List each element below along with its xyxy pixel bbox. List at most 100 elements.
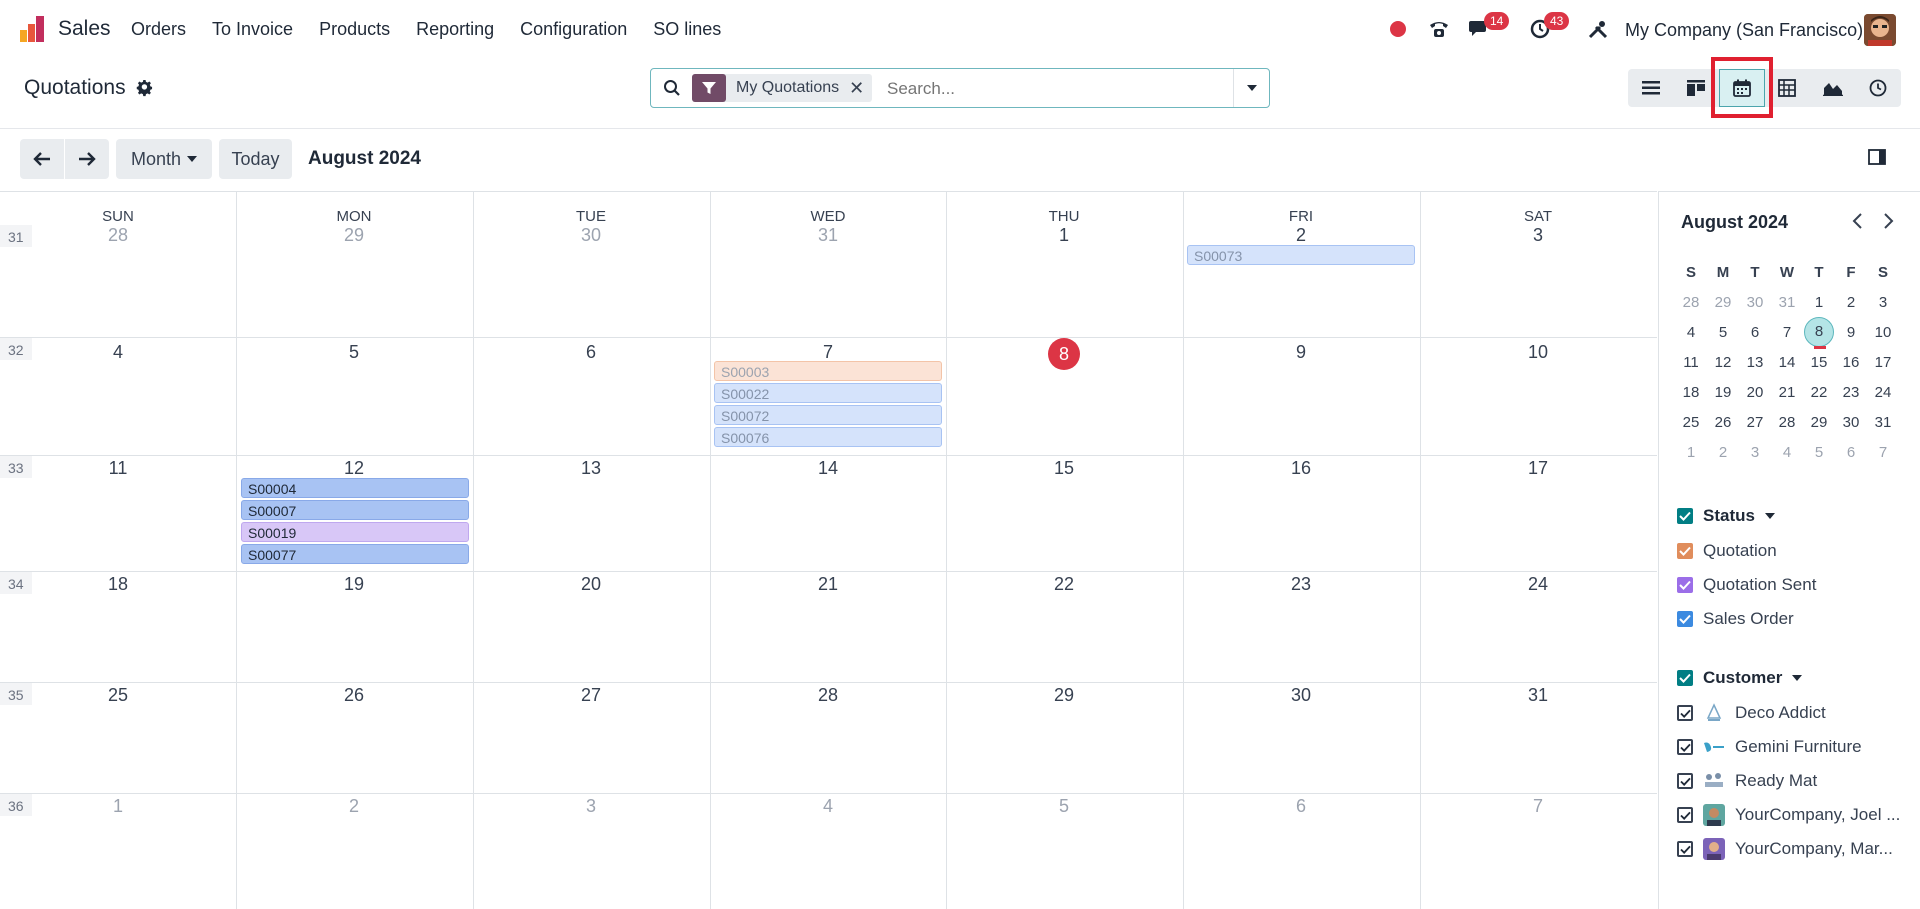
mini-day[interactable]: 3 bbox=[1867, 294, 1899, 311]
mini-day[interactable]: 26 bbox=[1707, 414, 1739, 431]
day-number[interactable]: 12 bbox=[236, 458, 472, 479]
mini-day[interactable]: 1 bbox=[1675, 444, 1707, 461]
day-number[interactable]: 17 bbox=[1420, 458, 1656, 479]
filter-item[interactable]: Quotation bbox=[1677, 534, 1816, 568]
filter-item[interactable]: Gemini Furniture bbox=[1677, 730, 1900, 764]
day-number[interactable]: 31 bbox=[1420, 685, 1656, 706]
day-number[interactable]: 30 bbox=[473, 225, 709, 246]
toggle-sidebar-icon[interactable] bbox=[1868, 149, 1886, 170]
mini-day[interactable]: 19 bbox=[1707, 384, 1739, 401]
checkbox-checked-icon[interactable] bbox=[1677, 739, 1693, 755]
mini-day[interactable]: 25 bbox=[1675, 414, 1707, 431]
day-number[interactable]: 28 bbox=[710, 685, 946, 706]
mini-day-today[interactable]: 8 bbox=[1803, 317, 1835, 349]
calendar-event[interactable]: S00003 bbox=[714, 361, 942, 381]
calendar-event[interactable]: S00076 bbox=[714, 427, 942, 447]
day-number[interactable]: 5 bbox=[236, 342, 472, 363]
mini-day[interactable]: 20 bbox=[1739, 384, 1771, 401]
mini-day[interactable]: 3 bbox=[1739, 444, 1771, 461]
gear-icon[interactable] bbox=[136, 79, 153, 97]
calendar-event[interactable]: S00077 bbox=[241, 544, 469, 564]
checkbox-checked-icon[interactable] bbox=[1677, 508, 1693, 524]
calendar-event[interactable]: S00072 bbox=[714, 405, 942, 425]
today-button[interactable]: Today bbox=[219, 139, 292, 179]
previous-button[interactable] bbox=[20, 139, 64, 179]
search-input[interactable] bbox=[887, 77, 1227, 101]
day-number[interactable]: 19 bbox=[236, 574, 472, 595]
filter-item[interactable]: YourCompany, Joel ... bbox=[1677, 798, 1900, 832]
filter-item[interactable]: Deco Addict bbox=[1677, 696, 1900, 730]
mini-day[interactable]: 15 bbox=[1803, 354, 1835, 371]
status-filter-header[interactable]: Status bbox=[1677, 504, 1816, 528]
company-switcher[interactable]: My Company (San Francisco) bbox=[1625, 20, 1863, 41]
mini-day[interactable]: 5 bbox=[1707, 324, 1739, 341]
mini-day[interactable]: 17 bbox=[1867, 354, 1899, 371]
phone-icon[interactable] bbox=[1427, 16, 1451, 42]
user-avatar[interactable] bbox=[1864, 14, 1896, 46]
day-number[interactable]: 6 bbox=[473, 342, 709, 363]
graph-view-button[interactable] bbox=[1810, 69, 1856, 107]
recording-indicator-icon[interactable] bbox=[1390, 16, 1406, 42]
mini-day[interactable]: 12 bbox=[1707, 354, 1739, 371]
day-number[interactable]: 25 bbox=[0, 685, 236, 706]
checkbox-checked-icon[interactable] bbox=[1677, 670, 1693, 686]
mini-day[interactable]: 2 bbox=[1707, 444, 1739, 461]
day-number[interactable]: 29 bbox=[236, 225, 472, 246]
mini-day[interactable]: 11 bbox=[1675, 354, 1707, 371]
mini-day[interactable]: 23 bbox=[1835, 384, 1867, 401]
checkbox-checked-icon[interactable] bbox=[1677, 807, 1693, 823]
calendar-event[interactable]: S00022 bbox=[714, 383, 942, 403]
menu-products[interactable]: Products bbox=[319, 19, 390, 40]
day-number[interactable]: 2 bbox=[236, 796, 472, 817]
day-number[interactable]: 28 bbox=[0, 225, 236, 246]
day-number[interactable]: 18 bbox=[0, 574, 236, 595]
calendar-event[interactable]: S00007 bbox=[241, 500, 469, 520]
mini-day[interactable]: 1 bbox=[1803, 294, 1835, 311]
day-number[interactable]: 3 bbox=[1420, 225, 1656, 246]
messages-icon[interactable]: 14 bbox=[1468, 12, 1510, 42]
mini-day[interactable]: 2 bbox=[1835, 294, 1867, 311]
list-view-button[interactable] bbox=[1628, 69, 1674, 107]
mini-day[interactable]: 6 bbox=[1739, 324, 1771, 341]
mini-day[interactable]: 28 bbox=[1675, 294, 1707, 311]
mini-day[interactable]: 7 bbox=[1867, 444, 1899, 461]
mini-day[interactable]: 6 bbox=[1835, 444, 1867, 461]
mini-day[interactable]: 13 bbox=[1739, 354, 1771, 371]
mini-day[interactable]: 4 bbox=[1771, 444, 1803, 461]
day-number[interactable]: 26 bbox=[236, 685, 472, 706]
menu-to-invoice[interactable]: To Invoice bbox=[212, 19, 293, 40]
calendar-event[interactable]: S00019 bbox=[241, 522, 469, 542]
day-number[interactable]: 10 bbox=[1420, 342, 1656, 363]
day-number[interactable]: 16 bbox=[1183, 458, 1419, 479]
day-number[interactable]: 21 bbox=[710, 574, 946, 595]
mini-day[interactable]: 21 bbox=[1771, 384, 1803, 401]
calendar-event[interactable]: S00073 bbox=[1187, 245, 1415, 265]
mini-day[interactable]: 4 bbox=[1675, 324, 1707, 341]
day-number[interactable]: 30 bbox=[1183, 685, 1419, 706]
mini-day[interactable]: 16 bbox=[1835, 354, 1867, 371]
mini-day[interactable]: 29 bbox=[1803, 414, 1835, 431]
menu-orders[interactable]: Orders bbox=[131, 19, 186, 40]
mini-day[interactable]: 28 bbox=[1771, 414, 1803, 431]
app-name[interactable]: Sales bbox=[58, 17, 111, 41]
day-number[interactable]: 27 bbox=[473, 685, 709, 706]
today-day-number[interactable]: 8 bbox=[946, 338, 1182, 370]
mini-day[interactable]: 10 bbox=[1867, 324, 1899, 341]
checkbox-checked-icon[interactable] bbox=[1677, 841, 1693, 857]
day-number[interactable]: 15 bbox=[946, 458, 1182, 479]
mini-day[interactable]: 9 bbox=[1835, 324, 1867, 341]
day-number[interactable]: 1 bbox=[0, 796, 236, 817]
day-number[interactable]: 14 bbox=[710, 458, 946, 479]
day-number[interactable]: 20 bbox=[473, 574, 709, 595]
day-number[interactable]: 2 bbox=[1183, 225, 1419, 246]
day-number[interactable]: 24 bbox=[1420, 574, 1656, 595]
activities-icon[interactable]: 43 bbox=[1528, 12, 1570, 42]
remove-facet-icon[interactable]: ✕ bbox=[849, 78, 872, 99]
day-number[interactable]: 29 bbox=[946, 685, 1182, 706]
day-number[interactable]: 4 bbox=[710, 796, 946, 817]
menu-configuration[interactable]: Configuration bbox=[520, 19, 627, 40]
day-number[interactable]: 7 bbox=[1420, 796, 1656, 817]
search-options-toggle[interactable] bbox=[1233, 69, 1269, 107]
mini-day[interactable]: 5 bbox=[1803, 444, 1835, 461]
menu-so-lines[interactable]: SO lines bbox=[653, 19, 721, 40]
